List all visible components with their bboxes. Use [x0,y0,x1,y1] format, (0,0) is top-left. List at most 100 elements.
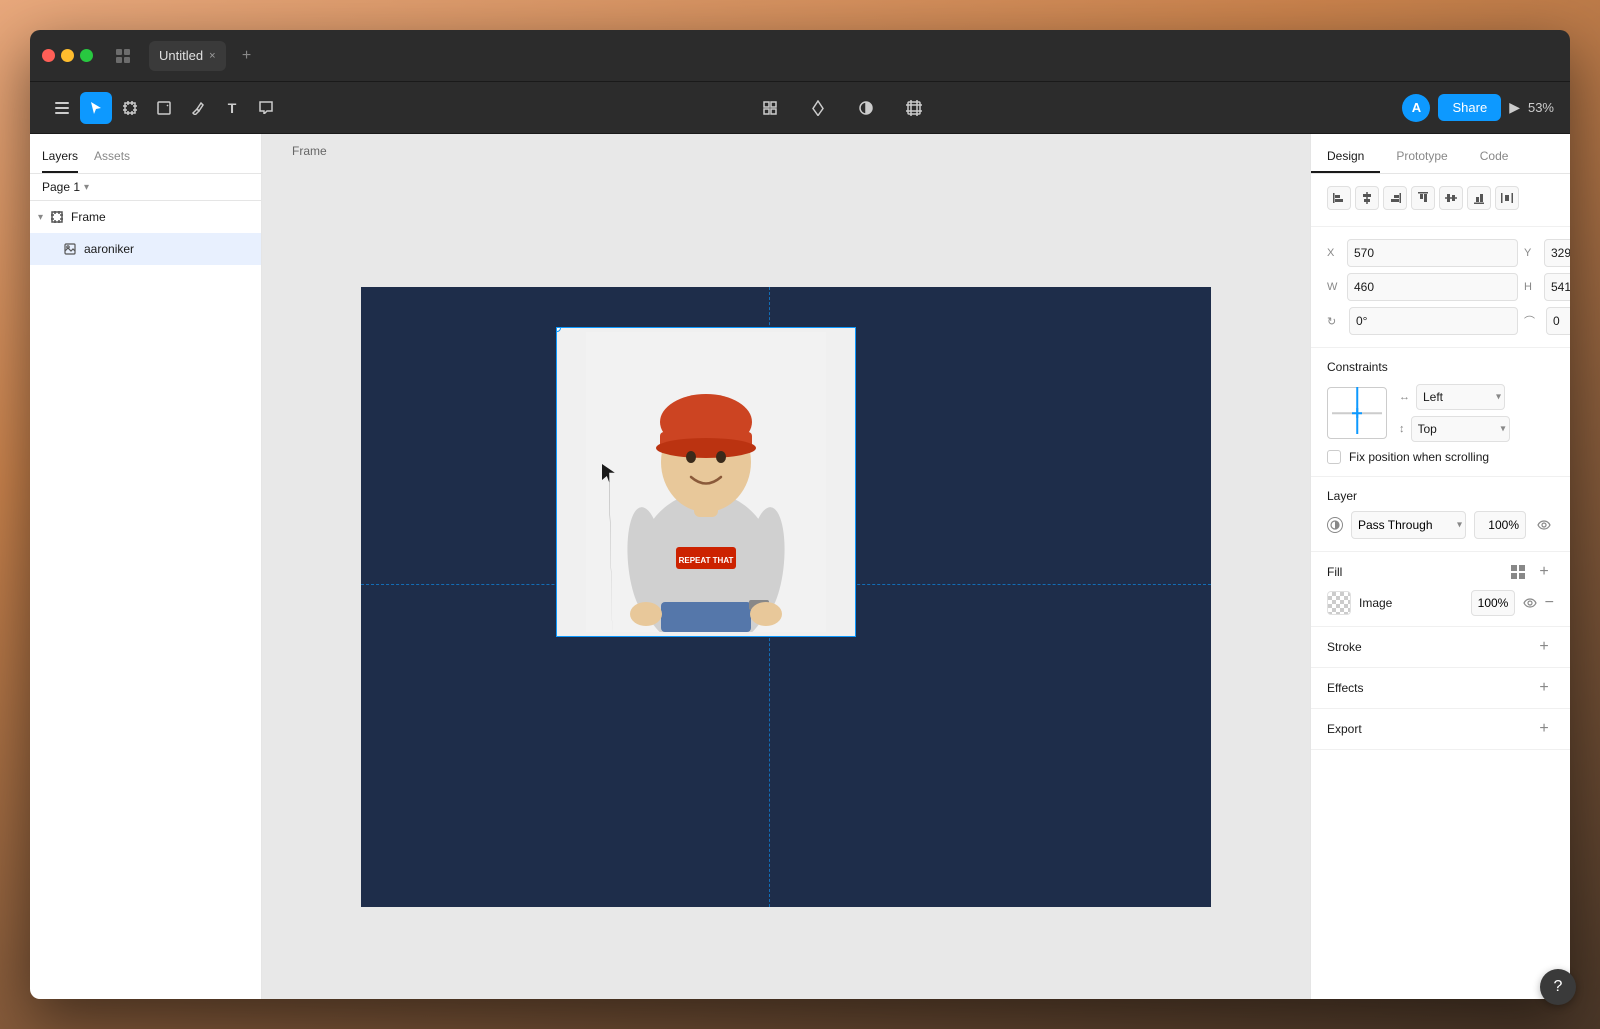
image-element[interactable]: REPEAT THAT [556,327,856,637]
shape-tool-button[interactable] [148,92,180,124]
constraints-layout: ↔ Left Right Center Left & Right Scale [1327,384,1554,442]
opacity-input[interactable] [1474,511,1526,539]
prototype-tab[interactable]: Prototype [1380,149,1463,173]
minimize-button[interactable] [61,49,74,62]
select-tool-button[interactable] [80,92,112,124]
share-button[interactable]: Share [1438,94,1501,121]
x-prop: X [1327,239,1518,267]
align-middle-button[interactable] [1439,186,1463,210]
svg-text:REPEAT THAT: REPEAT THAT [679,556,734,565]
w-prop: W [1327,273,1518,301]
vertical-constraint: ↕ Top Bottom Center Top & Bottom Scale [1399,416,1510,442]
page-selector[interactable]: Page 1 ▾ [30,174,261,201]
h-input[interactable] [1544,273,1570,301]
fill-visibility-icon[interactable] [1523,596,1537,611]
horizontal-dropdown[interactable]: Left Right Center Left & Right Scale [1416,384,1505,410]
vertical-dropdown[interactable]: Top Bottom Center Top & Bottom Scale [1411,416,1510,442]
tab-close-icon[interactable]: × [209,50,215,62]
x-input[interactable] [1347,239,1518,267]
stroke-header: Stroke + [1327,637,1554,657]
corner-label: ⌒ [1524,313,1542,329]
fill-header: Fill + [1327,562,1554,582]
rotation-input[interactable] [1349,307,1518,335]
zoom-control[interactable]: 53% [1528,100,1554,115]
handle-bl[interactable] [556,636,561,637]
align-left-button[interactable] [1327,186,1351,210]
y-prop: Y [1524,239,1570,267]
distribute-h-button[interactable] [1495,186,1519,210]
corner-input[interactable] [1546,307,1570,335]
add-tab-button[interactable]: + [234,43,260,69]
comment-tool-button[interactable] [250,92,282,124]
text-tool-button[interactable]: T [216,92,248,124]
effects-header: Effects + [1327,678,1554,698]
canvas-area[interactable]: Frame [262,134,1310,999]
components-button[interactable] [754,92,786,124]
crop-button[interactable] [898,92,930,124]
align-top-button[interactable] [1411,186,1435,210]
blend-mode-wrapper: Pass Through Normal Multiply Screen Over… [1351,511,1466,539]
contrast-button[interactable] [850,92,882,124]
y-input[interactable] [1544,239,1570,267]
play-button[interactable]: ▶ [1509,99,1520,116]
image-layer-icon [62,241,78,257]
design-tab[interactable]: Design [1311,149,1380,173]
fill-remove-button[interactable]: − [1545,595,1554,611]
page-chevron-icon: ▾ [84,182,89,193]
fix-position-checkbox[interactable] [1327,450,1341,464]
export-add-button[interactable]: + [1534,719,1554,739]
pen-tool-button[interactable] [182,92,214,124]
cv-top-tick [1356,387,1358,392]
constraints-section: Constraints ↔ Left [1311,348,1570,477]
blend-icon [1327,517,1343,533]
handle-br[interactable] [855,636,856,637]
transform-grid: X Y W H ⛓ [1327,239,1554,335]
handle-tl[interactable] [556,327,561,332]
export-header: Export + [1327,719,1554,739]
export-section: Export + [1311,709,1570,750]
layer-lock-icon[interactable]: 🔒 [213,241,229,257]
layers-tab[interactable]: Layers [42,149,78,173]
h-prop: H ⛓ [1524,273,1570,301]
frame-tool-button[interactable] [114,92,146,124]
layer-eye-icon[interactable]: 👁 [233,241,249,257]
blend-mode-dropdown[interactable]: Pass Through Normal Multiply Screen Over… [1351,511,1466,539]
layer-visibility-icon[interactable] [1534,515,1554,535]
panel-tabs: Design Prototype Code [1311,134,1570,174]
center-tools [286,92,1398,124]
fill-grid-icon[interactable] [1508,562,1528,582]
left-tools: T [46,92,282,124]
layer-row: Pass Through Normal Multiply Screen Over… [1327,511,1554,539]
vertical-icon: ↕ [1399,423,1405,435]
layer-frame[interactable]: ▾ Frame [30,201,261,233]
assets-tab[interactable]: Assets [94,149,130,173]
main-content: Layers Assets Page 1 ▾ ▾ [30,134,1570,999]
align-right-button[interactable] [1383,186,1407,210]
fill-swatch[interactable] [1327,591,1351,615]
menu-button[interactable] [46,92,78,124]
help-button[interactable]: ? [1540,969,1576,1005]
fill-title: Fill [1327,565,1342,579]
w-input[interactable] [1347,273,1518,301]
active-tab[interactable]: Untitled × [149,41,226,71]
maximize-button[interactable] [80,49,93,62]
code-tab[interactable]: Code [1464,149,1525,173]
handle-tr[interactable] [855,327,856,332]
fill-add-button[interactable]: + [1534,562,1554,582]
fill-opacity-input[interactable] [1471,590,1515,616]
align-bottom-button[interactable] [1467,186,1491,210]
titlebar: Untitled × + [30,30,1570,82]
right-panel: Design Prototype Code [1310,134,1570,999]
horizontal-icon: ↔ [1399,391,1410,403]
assets-button[interactable] [802,92,834,124]
app-icon [109,42,137,70]
stroke-add-button[interactable]: + [1534,637,1554,657]
y-label: Y [1524,247,1540,259]
align-center-h-button[interactable] [1355,186,1379,210]
layer-section-title: Layer [1327,489,1554,503]
close-button[interactable] [42,49,55,62]
traffic-lights [42,49,93,62]
sidebar-tabs: Layers Assets [30,134,261,174]
effects-add-button[interactable]: + [1534,678,1554,698]
layer-aaroniker[interactable]: aaroniker 🔒 👁 [30,233,261,265]
